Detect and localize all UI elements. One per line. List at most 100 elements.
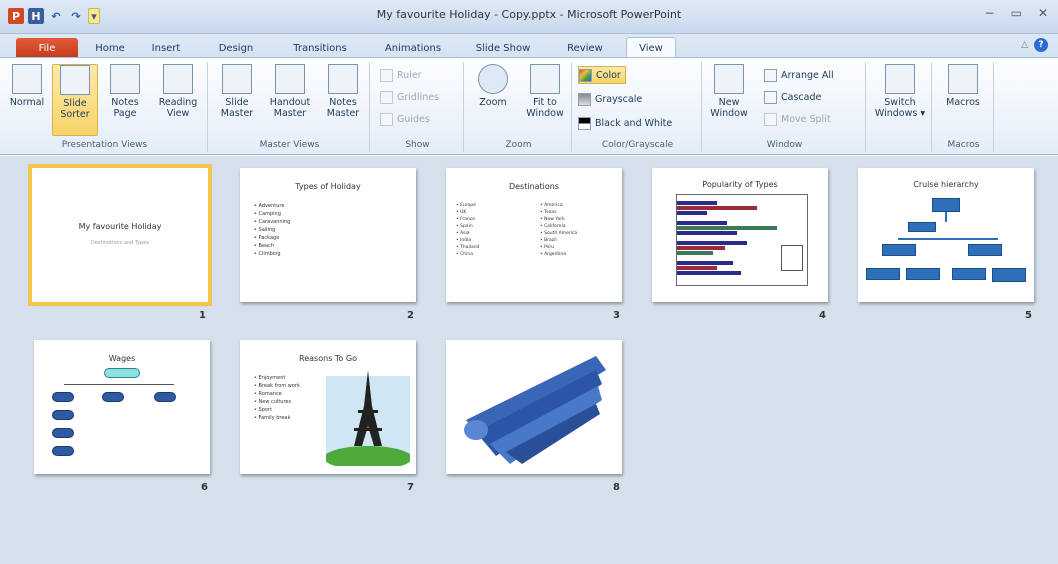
close-icon[interactable]: ✕ xyxy=(1038,6,1048,20)
slide-thumbnail-6[interactable]: Wages xyxy=(34,340,210,474)
slide-thumbnail-7[interactable]: Reasons To Go Enjoyment Break from work … xyxy=(240,340,416,474)
fit-to-window-label: Fit to Window xyxy=(526,97,564,119)
checkbox-icon xyxy=(380,90,393,104)
slide-thumbnail-1[interactable]: My favourite Holiday Destinations and Ty… xyxy=(28,164,212,306)
macros-button[interactable]: Macros xyxy=(940,64,986,136)
handout-master-button[interactable]: Handout Master xyxy=(264,64,316,136)
cascade-icon xyxy=(764,90,777,104)
slide-thumbnail-5[interactable]: Cruise hierarchy xyxy=(858,168,1034,302)
slide-master-button[interactable]: Slide Master xyxy=(214,64,260,136)
org-node xyxy=(102,392,124,402)
slide-master-label: Slide Master xyxy=(220,97,254,119)
group-zoom: Zoom Fit to Window Zoom xyxy=(466,62,572,152)
notes-page-button[interactable]: Notes Page xyxy=(102,64,148,136)
slide-title: Destinations xyxy=(508,182,560,191)
notes-master-label: Notes Master xyxy=(326,97,360,119)
color-button[interactable]: Color xyxy=(578,66,626,84)
help-icon[interactable]: ? xyxy=(1034,38,1048,52)
notes-master-button[interactable]: Notes Master xyxy=(320,64,366,136)
minimize-icon[interactable]: − xyxy=(985,6,995,20)
org-node xyxy=(154,392,176,402)
org-node xyxy=(906,268,940,280)
restore-icon[interactable]: ▭ xyxy=(1011,6,1022,20)
gridlines-label: Gridlines xyxy=(397,91,440,103)
group-label: Master Views xyxy=(259,140,320,150)
bullet: Package xyxy=(254,234,290,242)
bullet: Spain xyxy=(456,223,479,230)
group-switch-windows: Switch Windows ▾ xyxy=(868,62,932,152)
tab-design[interactable]: Design xyxy=(214,38,258,58)
slide-thumbnail-3[interactable]: Destinations Europe UK France Spain Asia… xyxy=(446,168,622,302)
gridlines-checkbox[interactable]: Gridlines xyxy=(380,88,439,106)
arrange-all-label: Arrange All xyxy=(781,69,834,81)
group-label: Macros xyxy=(947,140,980,150)
notes-master-icon xyxy=(328,64,358,94)
tab-review[interactable]: Review xyxy=(562,38,608,58)
bullet: Enjoyment xyxy=(254,374,300,382)
switch-windows-button[interactable]: Switch Windows ▾ xyxy=(872,64,928,136)
bullet: Sport xyxy=(254,406,300,414)
macros-icon xyxy=(948,64,978,94)
group-color-grayscale: Color Grayscale Black and White Color/Gr… xyxy=(574,62,702,152)
slide-thumbnail-8[interactable] xyxy=(446,340,622,474)
move-split-button[interactable]: Move Split xyxy=(764,110,831,128)
org-node xyxy=(104,368,140,378)
zoom-button[interactable]: Zoom xyxy=(470,64,516,136)
slide-number: 8 xyxy=(613,482,620,493)
minimize-ribbon-icon[interactable]: △ xyxy=(1021,40,1028,50)
bullet: Beach xyxy=(254,242,290,250)
tab-insert[interactable]: Insert xyxy=(148,38,184,58)
slide-thumbnail-4[interactable]: Popularity of Types xyxy=(652,168,828,302)
tab-transitions[interactable]: Transitions xyxy=(284,38,356,58)
fit-to-window-button[interactable]: Fit to Window xyxy=(520,64,570,136)
slide-column-left: Europe UK France Spain Asia India Thaila… xyxy=(456,202,479,258)
black-and-white-label: Black and White xyxy=(595,117,673,129)
org-node xyxy=(908,222,936,232)
guides-checkbox[interactable]: Guides xyxy=(380,110,430,128)
new-window-button[interactable]: New Window xyxy=(706,64,752,136)
cascade-label: Cascade xyxy=(781,91,822,103)
org-node xyxy=(52,446,74,456)
slide-sorter-button[interactable]: Slide Sorter xyxy=(52,64,98,136)
tab-animations[interactable]: Animations xyxy=(378,38,448,58)
slide-column-right: America Texas New York California South … xyxy=(540,202,577,258)
bullet: Romance xyxy=(254,390,300,398)
tab-slide-show[interactable]: Slide Show xyxy=(468,38,538,58)
org-node xyxy=(952,268,986,280)
reading-view-button[interactable]: Reading View xyxy=(152,64,204,136)
chart-bar xyxy=(677,251,713,255)
black-and-white-button[interactable]: Black and White xyxy=(578,114,672,132)
slide-sorter-icon xyxy=(60,65,90,95)
tab-file[interactable]: File xyxy=(16,38,78,58)
slide-number: 5 xyxy=(1025,310,1032,321)
grayscale-label: Grayscale xyxy=(595,93,643,105)
grayscale-button[interactable]: Grayscale xyxy=(578,90,642,108)
cascade-button[interactable]: Cascade xyxy=(764,88,821,106)
tab-view[interactable]: View xyxy=(626,37,676,59)
normal-button[interactable]: Normal xyxy=(4,64,50,136)
group-master-views: Slide Master Handout Master Notes Master… xyxy=(210,62,370,152)
normal-view-icon xyxy=(12,64,42,94)
eiffel-tower-image xyxy=(326,370,410,466)
slide-thumbnail-2[interactable]: Types of Holiday Adventure Camping Carav… xyxy=(240,168,416,302)
move-split-label: Move Split xyxy=(781,113,831,125)
slide-bullets: Enjoyment Break from work Romance New cu… xyxy=(254,374,300,422)
reading-view-label: Reading View xyxy=(158,97,198,119)
chart-bar xyxy=(677,201,717,205)
bullet: China xyxy=(456,251,479,258)
org-node xyxy=(866,268,900,280)
normal-label: Normal xyxy=(9,97,45,108)
window-title: My favourite Holiday - Copy.pptx - Micro… xyxy=(376,8,682,21)
chart-bar xyxy=(677,231,737,235)
notes-page-label: Notes Page xyxy=(111,97,139,119)
chart-bar xyxy=(677,221,727,225)
chart-bar xyxy=(677,226,777,230)
handout-master-label: Handout Master xyxy=(269,97,311,119)
slide-number: 4 xyxy=(819,310,826,321)
ruler-checkbox[interactable]: Ruler xyxy=(380,66,422,84)
slide-number: 1 xyxy=(199,310,206,321)
arrange-all-button[interactable]: Arrange All xyxy=(764,66,834,84)
tab-home[interactable]: Home xyxy=(88,38,132,58)
group-label: Window xyxy=(766,140,803,150)
slide-sorter-pane: My favourite Holiday Destinations and Ty… xyxy=(0,156,1058,564)
